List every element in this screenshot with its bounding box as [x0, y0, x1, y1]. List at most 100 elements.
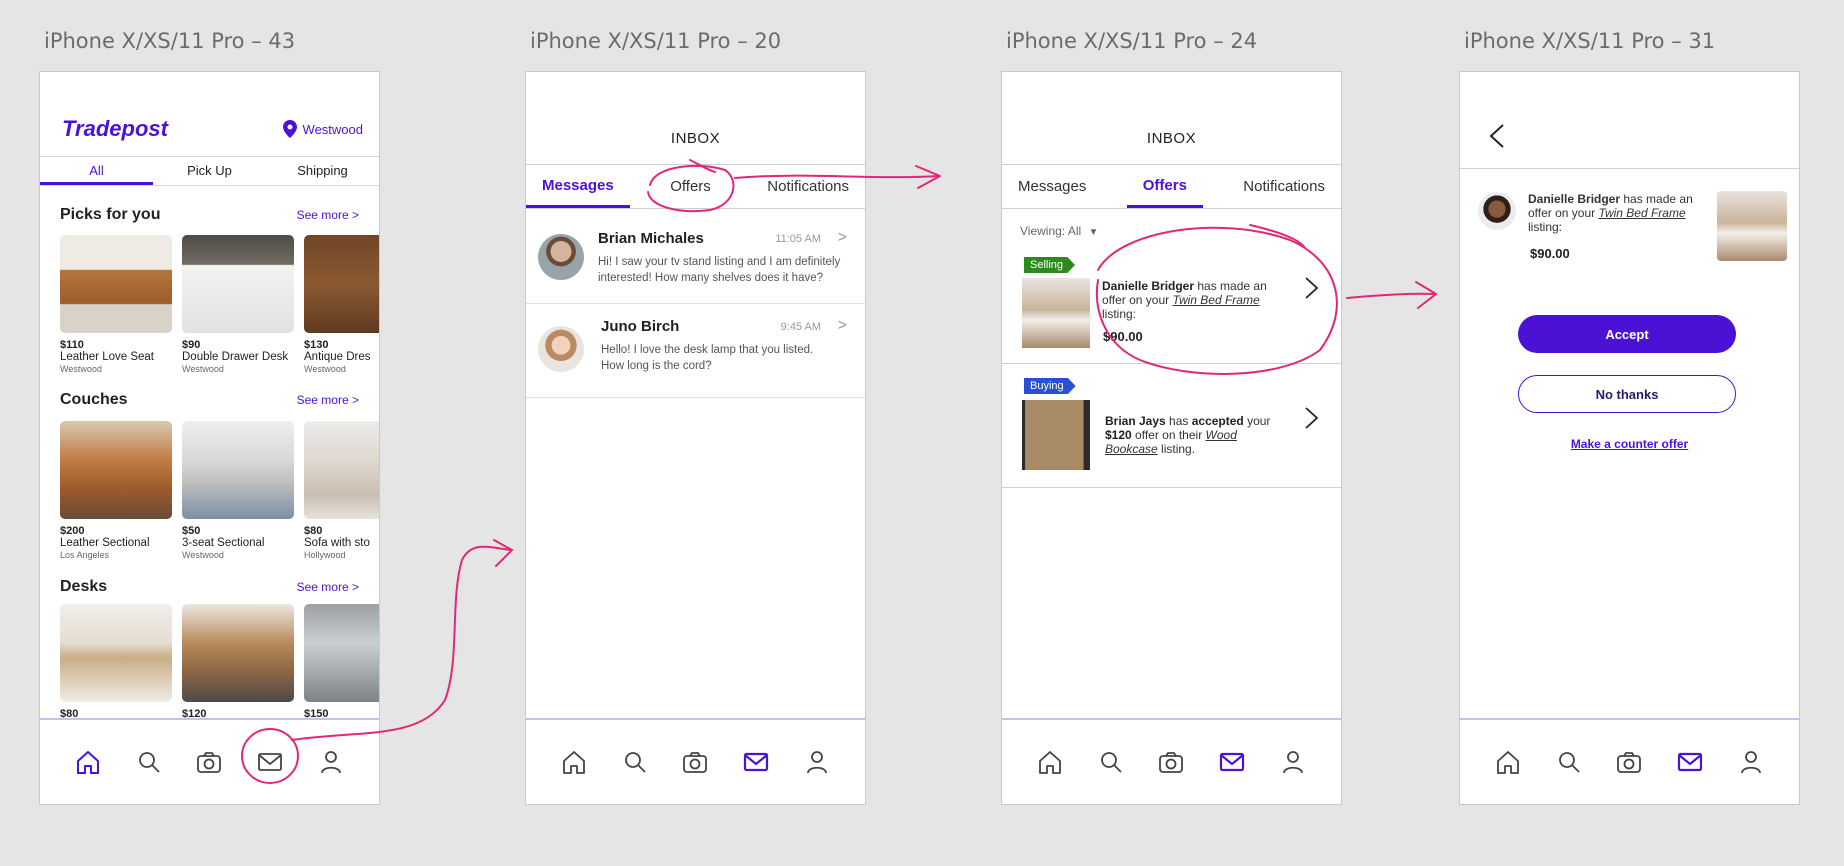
listing-price: $200: [60, 525, 85, 537]
search-icon[interactable]: [620, 747, 650, 777]
listing-card[interactable]: $80: [60, 604, 172, 720]
home-icon[interactable]: [73, 747, 103, 777]
mail-icon[interactable]: [1217, 747, 1247, 777]
tab-offers[interactable]: Offers: [654, 165, 727, 208]
see-more-link[interactable]: See more >: [297, 208, 359, 222]
listing-location: Westwood: [304, 364, 346, 374]
annotation-arrowhead: [493, 539, 513, 567]
listing-photo: [60, 421, 172, 519]
counter-offer-link[interactable]: Make a counter offer: [1460, 437, 1799, 451]
profile-icon[interactable]: [316, 747, 346, 777]
profile-icon[interactable]: [1278, 747, 1308, 777]
back-arrow-icon[interactable]: [1486, 122, 1508, 150]
profile-icon[interactable]: [1736, 747, 1766, 777]
tab-all[interactable]: All: [40, 157, 153, 185]
offer-text: your: [1243, 414, 1271, 428]
inbox-tabs: Messages Offers Notifications: [526, 164, 865, 209]
listing-thumbnail: [1022, 278, 1090, 348]
tab-pick-up[interactable]: Pick Up: [153, 157, 266, 185]
decline-button[interactable]: No thanks: [1518, 375, 1736, 413]
mail-icon[interactable]: [255, 747, 285, 777]
mail-icon[interactable]: [741, 747, 771, 777]
listing-price: $130: [304, 339, 329, 351]
viewing-filter[interactable]: Viewing: All ▼: [1020, 224, 1098, 238]
offer-item[interactable]: Buying Brian Jays has accepted your $120…: [1002, 364, 1341, 488]
listing-card[interactable]: $130 Antique Dres Westwood: [304, 235, 379, 374]
camera-icon[interactable]: [194, 747, 224, 777]
chevron-right-icon: [1305, 407, 1319, 429]
listing-row: $200 Leather Sectional Los Angeles $50 3…: [60, 421, 379, 560]
search-icon[interactable]: [134, 747, 164, 777]
tab-offers[interactable]: Offers: [1126, 165, 1203, 208]
profile-icon[interactable]: [802, 747, 832, 777]
message-preview: Hello! I love the desk lamp that you lis…: [601, 344, 814, 372]
home-icon[interactable]: [559, 747, 589, 777]
camera-icon[interactable]: [1614, 747, 1644, 777]
listing-card[interactable]: $110 Leather Love Seat Westwood: [60, 235, 172, 374]
accept-button[interactable]: Accept: [1518, 315, 1736, 353]
avatar: [538, 326, 584, 372]
listing-card[interactable]: $150: [304, 604, 379, 720]
listing-price: $110: [60, 339, 84, 351]
annotation-arrow: [1346, 292, 1435, 299]
inbox-offers-screen: INBOX Messages Offers Notifications View…: [1001, 71, 1342, 805]
offer-user: Brian Jays: [1105, 414, 1166, 428]
offer-text: listing:: [1102, 307, 1137, 321]
tab-notifications[interactable]: Notifications: [1227, 165, 1341, 208]
message-item[interactable]: Juno Birch 9:45 AM > Hello! I love the d…: [526, 304, 865, 398]
offer-description: Brian Jays has accepted your $120 offer …: [1105, 414, 1285, 456]
tab-messages[interactable]: Messages: [1002, 165, 1102, 208]
listing-card[interactable]: $50 3-seat Sectional Westwood: [182, 421, 294, 560]
home-icon[interactable]: [1493, 747, 1523, 777]
bottom-nav: [40, 718, 379, 804]
listing-location: Westwood: [182, 550, 224, 560]
tab-shipping[interactable]: Shipping: [266, 157, 379, 185]
offer-description: Danielle Bridger has made an offer on yo…: [1528, 192, 1700, 234]
frame-label: iPhone X/XS/11 Pro – 20: [530, 29, 782, 53]
listing-link[interactable]: Twin Bed Frame: [1173, 293, 1260, 307]
annotation-arrowhead: [1415, 281, 1437, 309]
caret-down-icon: ▼: [1088, 227, 1099, 238]
listing-link[interactable]: Twin Bed Frame: [1599, 206, 1686, 220]
search-icon[interactable]: [1096, 747, 1126, 777]
listing-photo: [304, 604, 379, 702]
listing-photo: [182, 235, 294, 333]
home-icon[interactable]: [1035, 747, 1065, 777]
offer-user: Danielle Bridger: [1528, 192, 1621, 206]
tab-notifications[interactable]: Notifications: [751, 165, 865, 208]
message-item[interactable]: Brian Michales 11:05 AM > Hi! I saw your…: [526, 210, 865, 304]
see-more-link[interactable]: See more >: [297, 393, 359, 407]
listing-title: 3-seat Sectional: [182, 537, 265, 549]
offer-amount: $120: [1105, 428, 1132, 442]
app-logo: Tradepost: [62, 116, 168, 141]
section-header: Couches See more >: [60, 391, 359, 409]
listing-card[interactable]: $200 Leather Sectional Los Angeles: [60, 421, 172, 560]
location-selector[interactable]: Westwood: [282, 120, 363, 138]
chevron-right-icon: [1305, 277, 1319, 299]
camera-icon[interactable]: [1156, 747, 1186, 777]
see-more-link[interactable]: See more >: [297, 580, 359, 594]
listing-card[interactable]: $120: [182, 604, 294, 720]
mail-icon[interactable]: [1675, 747, 1705, 777]
section-header: Desks See more >: [60, 578, 359, 596]
section-header: Picks for you See more >: [60, 206, 359, 224]
listing-card[interactable]: $80 Sofa with sto Hollywood: [304, 421, 379, 560]
camera-icon[interactable]: [680, 747, 710, 777]
listing-card[interactable]: $90 Double Drawer Desk Westwood: [182, 235, 294, 374]
listing-price: $90: [182, 339, 201, 351]
bottom-nav: [1002, 718, 1341, 804]
listing-title: Double Drawer Desk: [182, 351, 289, 363]
listing-price: $50: [182, 525, 201, 537]
location-pin-icon: [282, 120, 297, 138]
offer-item[interactable]: Selling Danielle Bridger has made an off…: [1002, 242, 1341, 364]
listing-price: $80: [304, 525, 323, 537]
listing-location: Westwood: [182, 364, 224, 374]
search-icon[interactable]: [1554, 747, 1584, 777]
listing-row: $80 $120 $150: [60, 604, 379, 720]
location-label: Westwood: [302, 121, 363, 137]
filter-tabs: All Pick Up Shipping: [40, 156, 379, 186]
offer-text: listing:: [1528, 220, 1563, 234]
section-title: Desks: [60, 578, 108, 595]
tab-messages[interactable]: Messages: [526, 165, 630, 208]
frame-label: iPhone X/XS/11 Pro – 31: [1464, 29, 1716, 53]
